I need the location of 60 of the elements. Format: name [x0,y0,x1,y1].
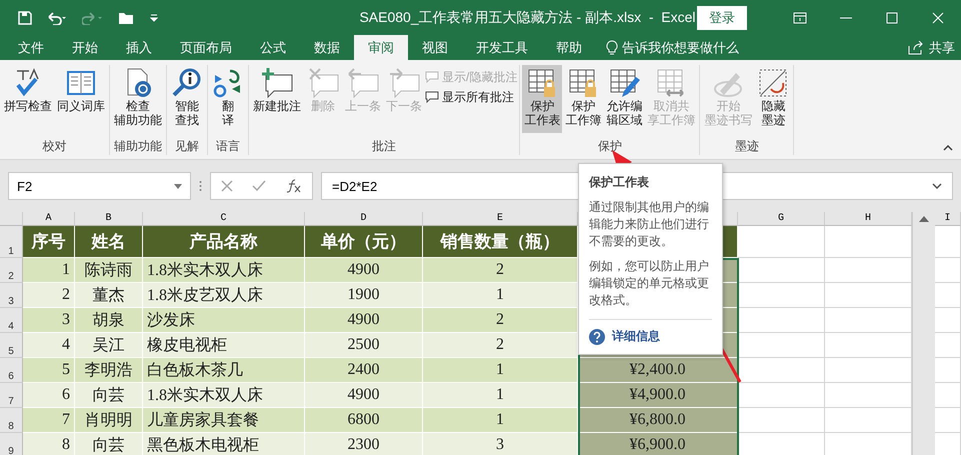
table-cell: 黑色板木电视柜 [143,433,305,455]
table-cell: 2 [423,333,578,358]
table-cell: 董杰 [75,283,143,308]
tooltip-text: 通过限制其他用户的编辑能力来防止他们进行不需要的更改。 [589,199,710,250]
table-cell: 沙发床 [143,308,305,333]
table-cell: 2400 [305,358,423,383]
table-cell: 肖明明 [75,408,143,433]
table-cell: 陈诗雨 [75,258,143,283]
table-cell: 6 [23,383,75,408]
table-cell: 8 [23,433,75,455]
table-cell: 3 [423,433,578,455]
header-cell: 单价（元） [305,226,423,258]
table-cell: 1.8米实木双人床 [143,383,305,408]
header-cell: 产品名称 [143,226,305,258]
group-label: 墨迹 [734,138,759,155]
tooltip-title: 保护工作表 [589,174,650,191]
tooltip-text: 例如，您可以防止用户编辑锁定的单元格或更改格式。 [589,258,710,309]
header-cell: 序号 [23,226,75,258]
table-cell: 1 [423,383,578,408]
table-cell: ¥4,900.0 [578,383,738,408]
header-cell: 销售数量（瓶） [423,226,578,258]
table-cell: 儿童房家具套餐 [143,408,305,433]
table-cell: 1.8米实木双人床 [143,258,305,283]
table-cell: 胡泉 [75,308,143,333]
table-cell: 2300 [305,433,423,455]
group-label: 语言 [216,138,240,155]
table-cell: 3 [23,308,75,333]
table-cell: 5 [23,358,75,383]
table-cell: 1 [423,408,578,433]
table-cell: 1900 [305,283,423,308]
table-cell: 4900 [305,258,423,283]
table-cell: 1 [423,283,578,308]
table-cell: 白色板木茶几 [143,358,305,383]
table-cell: 吴江 [75,333,143,358]
table-cell: ¥6,900.0 [578,433,738,455]
table-cell: 7 [23,408,75,433]
group-label: 保护 [598,138,622,155]
group-label: 校对 [42,138,66,155]
table-cell: 1 [23,258,75,283]
table-cell: 2500 [305,333,423,358]
table-cell: 1.8米皮艺双人床 [143,283,305,308]
table-cell: 2 [423,258,578,283]
window-title: SAE080_工作表常用五大隐藏方法 - 副本.xlsx - Excel [358,8,697,26]
table-cell: 2 [23,283,75,308]
group-label: 辅助功能 [114,138,162,155]
group-label: 批注 [372,138,396,155]
table-cell: 李明浩 [75,358,143,383]
table-cell: 2 [423,308,578,333]
table-cell: 4900 [305,383,423,408]
table-cell: ¥6,800.0 [578,408,738,433]
header-cell: 姓名 [75,226,143,258]
table-cell: 向芸 [75,383,143,408]
table-cell: 4900 [305,308,423,333]
table-cell: ¥2,400.0 [578,358,738,383]
table-cell: 6800 [305,408,423,433]
table-cell: 橡皮电视柜 [143,333,305,358]
table-cell: 4 [23,333,75,358]
table-cell: 1 [423,358,578,383]
table-cell: 向芸 [75,433,143,455]
group-label: 见解 [175,138,199,155]
